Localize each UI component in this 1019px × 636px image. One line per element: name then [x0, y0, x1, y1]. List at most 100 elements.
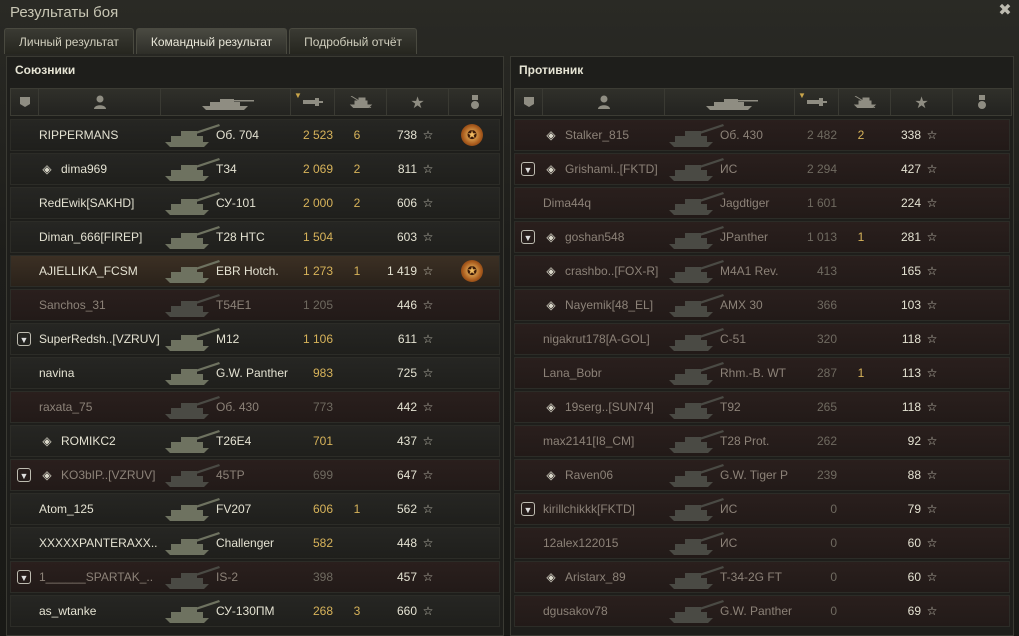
damage-value: 773 — [312, 400, 333, 414]
tank-column-header[interactable] — [665, 89, 795, 115]
player-name: raxata_75 — [39, 400, 93, 414]
xp-star-icon: ☆ — [422, 230, 434, 244]
table-row[interactable]: Sanchos_31 T54E1 1 205 446 ☆ — [10, 289, 500, 321]
tank-silhouette-icon — [665, 392, 725, 422]
medal-icon[interactable]: ✪ — [461, 260, 483, 282]
tank-silhouette-icon — [665, 494, 725, 524]
table-row[interactable]: ▼ SuperRedsh..[VZRUV] M12 1 106 611 ☆ — [10, 323, 500, 355]
damage-column-header[interactable]: ▼ — [795, 89, 839, 115]
table-row[interactable]: ▼ ◈ goshan548 JPanther 1 013 1 281 ☆ — [514, 221, 1010, 253]
vehicle-name: СУ-101 — [216, 196, 256, 210]
vehicle-name: Об. 430 — [216, 400, 259, 414]
table-row[interactable]: Dima44q Jagdtiger 1 601 224 ☆ — [514, 187, 1010, 219]
vehicle-name: T26E4 — [216, 434, 252, 448]
tab-detailed-report[interactable]: Подробный отчёт — [289, 28, 418, 54]
tank-silhouette-icon — [665, 426, 725, 456]
tank-silhouette-icon — [161, 392, 221, 422]
title-bar: Результаты боя ✖ — [0, 0, 1019, 28]
player-name: AJIELLIKA_FCSM — [39, 264, 138, 278]
table-row[interactable]: nigakrut178[A-GOL] C-51 320 118 ☆ — [514, 323, 1010, 355]
achievement-column-header[interactable] — [953, 89, 1011, 115]
tank-silhouette-icon — [161, 120, 221, 150]
table-row[interactable]: RedEwik[SAKHD] СУ-101 2 000 2 606 ☆ — [10, 187, 500, 219]
table-row[interactable]: ▼ ◈ KO3bIP..[VZRUV] 45TP 699 647 ☆ — [10, 459, 500, 491]
xp-value: 224 — [900, 196, 921, 210]
table-row[interactable]: ◈ Aristarx_89 T-34-2G FT 0 60 ☆ — [514, 561, 1010, 593]
xp-star-icon: ☆ — [422, 502, 434, 516]
rank-icon: ◈ — [546, 298, 556, 312]
player-name: Grishami..[FKTD] — [565, 162, 658, 176]
table-row[interactable]: XXXXXPANTERAXX.. Challenger 582 448 ☆ — [10, 527, 500, 559]
player-name: Lana_Bobr — [543, 366, 602, 380]
table-row[interactable]: navina G.W. Panther 983 725 ☆ — [10, 357, 500, 389]
frags-column-header[interactable] — [839, 89, 891, 115]
table-row[interactable]: AJIELLIKA_FCSM EBR Hotch. 1 273 1 1 419 ☆ ✪ — [10, 255, 500, 287]
table-row[interactable]: ◈ Nayemik[48_EL] AMX 30 366 103 ☆ — [514, 289, 1010, 321]
table-row[interactable]: ▼ ◈ Grishami..[FKTD] ИС 2 294 427 ☆ — [514, 153, 1010, 185]
damage-value: 366 — [816, 298, 837, 312]
vehicle-name: Jagdtiger — [720, 196, 770, 210]
table-row[interactable]: ◈ Raven06 G.W. Tiger P 239 88 ☆ — [514, 459, 1010, 491]
xp-value: 442 — [396, 400, 417, 414]
vehicle-name: T34 — [216, 162, 237, 176]
xp-star-icon: ☆ — [926, 604, 938, 618]
window-title: Результаты боя — [10, 4, 119, 21]
platoon-column-header[interactable] — [11, 89, 39, 115]
xp-value: 606 — [396, 196, 417, 210]
table-row[interactable]: ◈ 19serg..[SUN74] T92 265 118 ☆ — [514, 391, 1010, 423]
table-row[interactable]: ▼ kirillchikkk[FKTD] ИС 0 79 ☆ — [514, 493, 1010, 525]
player-column-header[interactable] — [543, 89, 665, 115]
table-row[interactable]: dgusakov78 G.W. Panther 0 69 ☆ — [514, 595, 1010, 627]
table-row[interactable]: Atom_125 FV207 606 1 562 ☆ — [10, 493, 500, 525]
tab-bar: Личный результат Командный результат Под… — [4, 28, 418, 54]
tank-column-header[interactable] — [161, 89, 291, 115]
player-name: 19serg..[SUN74] — [565, 400, 654, 414]
medal-icon[interactable]: ✪ — [461, 124, 483, 146]
table-row[interactable]: RIPPERMANS Об. 704 2 523 6 738 ☆ ✪ — [10, 119, 500, 151]
xp-value: 60 — [907, 570, 921, 584]
player-name: as_wtanke — [39, 604, 97, 618]
vehicle-name: Об. 704 — [216, 128, 259, 142]
damage-value: 983 — [312, 366, 333, 380]
xp-star-icon: ☆ — [422, 298, 434, 312]
tab-team-result[interactable]: Командный результат — [135, 28, 288, 54]
tank-silhouette-icon — [161, 562, 221, 592]
tank-silhouette-icon — [161, 460, 221, 490]
xp-star-icon: ☆ — [422, 196, 434, 210]
sort-desc-icon: ▼ — [798, 91, 806, 100]
table-row[interactable]: ◈ ROMIKC2 T26E4 701 437 ☆ — [10, 425, 500, 457]
xp-star-icon: ★ — [914, 92, 929, 112]
table-row[interactable]: ◈ crashbo..[FOX-R] M4A1 Rev. 413 165 ☆ — [514, 255, 1010, 287]
xp-value: 113 — [901, 366, 921, 380]
close-icon[interactable]: ✖ — [997, 2, 1013, 18]
xp-star-icon: ☆ — [926, 128, 938, 142]
table-row[interactable]: 12alex122015 ИС 0 60 ☆ — [514, 527, 1010, 559]
table-row[interactable]: Diman_666[FIREP] T28 HTC 1 504 603 ☆ — [10, 221, 500, 253]
xp-star-icon: ☆ — [926, 502, 938, 516]
vehicle-name: T54E1 — [216, 298, 252, 312]
tank-silhouette-icon — [161, 426, 221, 456]
damage-value: 1 504 — [302, 230, 333, 244]
table-row[interactable]: raxata_75 Об. 430 773 442 ☆ — [10, 391, 500, 423]
player-name: Nayemik[48_EL] — [565, 298, 654, 312]
table-row[interactable]: ▼ 1______SPARTAK_.. IS-2 398 457 ☆ — [10, 561, 500, 593]
player-name: 1______SPARTAK_.. — [39, 570, 154, 584]
table-row[interactable]: max2141[I8_CM] T28 Prot. 262 92 ☆ — [514, 425, 1010, 457]
table-row[interactable]: ◈ dima969 T34 2 069 2 811 ☆ — [10, 153, 500, 185]
table-row[interactable]: ◈ Stalker_815 Об. 430 2 482 2 338 ☆ — [514, 119, 1010, 151]
tank-silhouette-icon — [161, 528, 221, 558]
frags-column-header[interactable] — [335, 89, 387, 115]
xp-column-header[interactable]: ★ — [891, 89, 953, 115]
player-name: SuperRedsh..[VZRUV] — [39, 332, 160, 346]
player-column-header[interactable] — [39, 89, 161, 115]
xp-column-header[interactable]: ★ — [387, 89, 449, 115]
table-row[interactable]: Lana_Bobr Rhm.-B. WT 287 1 113 ☆ — [514, 357, 1010, 389]
table-row[interactable]: as_wtanke СУ-130ПМ 268 3 660 ☆ — [10, 595, 500, 627]
tab-personal-result[interactable]: Личный результат — [4, 28, 134, 54]
platoon-column-header[interactable] — [515, 89, 543, 115]
xp-value: 427 — [900, 162, 921, 176]
damage-column-header[interactable]: ▼ — [291, 89, 335, 115]
player-name: Stalker_815 — [565, 128, 630, 142]
achievement-column-header[interactable] — [449, 89, 501, 115]
xp-value: 448 — [396, 536, 417, 550]
